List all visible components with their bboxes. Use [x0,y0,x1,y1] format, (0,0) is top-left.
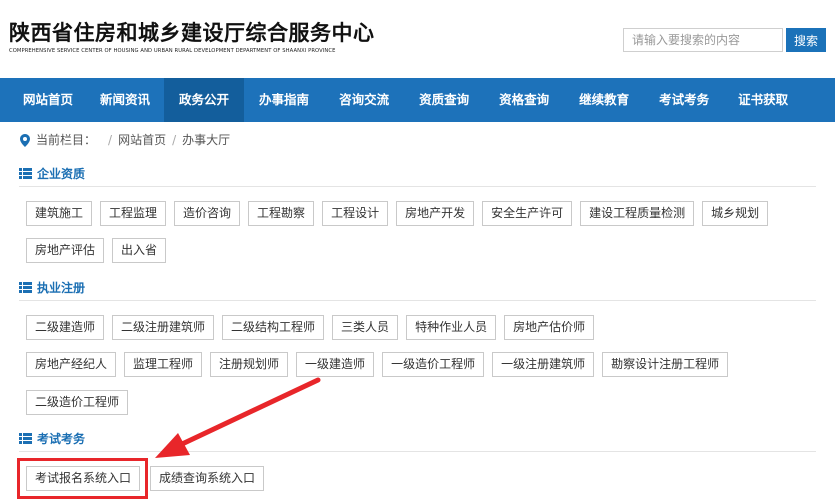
tag-cost-consulting[interactable]: 造价咨询 [174,201,241,226]
tag-special-operators[interactable]: 特种作业人员 [406,315,497,340]
tag-level1-architect[interactable]: 一级注册建筑师 [492,352,595,377]
tag-province-transfer[interactable]: 出入省 [112,238,167,263]
nav-item-exams[interactable]: 考试考务 [644,78,724,122]
breadcrumb-current[interactable]: 办事大厅 [182,130,230,150]
tag-row: 建筑施工 工程监理 造价咨询 工程勘察 工程设计 房地产开发 安全生产许可 建设… [26,201,776,226]
site-title[interactable]: 陕西省住房和城乡建设厅综合服务中心 [9,20,375,46]
nav-item-continuing-education[interactable]: 继续教育 [564,78,644,122]
tag-design[interactable]: 工程设计 [322,201,389,226]
tag-score-query-entry[interactable]: 成绩查询系统入口 [150,466,265,491]
tag-row: 房地产评估 出入省 [26,238,174,263]
list-icon [19,281,32,293]
section-title-practice-registration: 执业注册 [19,277,85,297]
tag-real-estate-agent[interactable]: 房地产经纪人 [26,352,117,377]
section-title-exams: 考试考务 [19,428,85,448]
nav-item-home[interactable]: 网站首页 [0,78,86,122]
list-icon [19,167,32,179]
tag-row: 房地产经纪人 监理工程师 注册规划师 一级建造师 一级造价工程师 一级注册建筑师… [26,352,736,377]
nav-item-consult[interactable]: 咨询交流 [324,78,404,122]
search-input[interactable] [623,28,783,52]
nav-item-certification-query[interactable]: 资格查询 [484,78,564,122]
site-subtitle: COMPREHENSIVE SERVICE CENTER OF HOUSING … [9,48,336,54]
arrow-head-icon [155,433,190,458]
tag-construction[interactable]: 建筑施工 [26,201,93,226]
arrow-shaft [177,377,321,448]
tag-supervision[interactable]: 工程监理 [100,201,167,226]
tag-safety-license[interactable]: 安全生产许可 [482,201,573,226]
tag-quality-testing[interactable]: 建设工程质量检测 [580,201,695,226]
tag-level1-cost-engineer[interactable]: 一级造价工程师 [382,352,485,377]
tag-level2-architect[interactable]: 二级注册建筑师 [112,315,215,340]
tag-urban-planning[interactable]: 城乡规划 [702,201,769,226]
list-icon [19,432,32,444]
section-divider [19,300,816,301]
tag-row: 二级造价工程师 [26,390,136,415]
tag-row: 二级建造师 二级注册建筑师 二级结构工程师 三类人员 特种作业人员 房地产估价师 [26,315,602,340]
section-title-enterprise-qualification: 企业资质 [19,163,85,183]
section-title-text: 执业注册 [37,280,86,295]
tag-level2-structural-engineer[interactable]: 二级结构工程师 [222,315,325,340]
breadcrumb-separator: / [172,133,177,147]
section-title-text: 考试考务 [37,431,86,446]
nav-item-guide[interactable]: 办事指南 [244,78,324,122]
nav-item-news[interactable]: 新闻资讯 [86,78,164,122]
tag-real-estate-appraisal[interactable]: 房地产评估 [26,238,105,263]
tag-level2-cost-engineer[interactable]: 二级造价工程师 [26,390,129,415]
tag-real-estate-development[interactable]: 房地产开发 [396,201,475,226]
tag-survey[interactable]: 工程勘察 [248,201,315,226]
section-divider [19,451,816,452]
location-pin-icon [20,133,30,147]
section-divider [19,186,816,187]
breadcrumb-label: 当前栏目： [36,133,97,147]
tag-row: 考试报名系统入口 成绩查询系统入口 [26,466,272,491]
nav-item-certificate[interactable]: 证书获取 [724,78,802,122]
nav-item-government-affairs[interactable]: 政务公开 [164,78,245,122]
tag-three-types-personnel[interactable]: 三类人员 [332,315,399,340]
section-title-text: 企业资质 [37,166,86,181]
breadcrumb-separator: / [108,133,113,147]
main-nav: 网站首页 新闻资讯 政务公开 办事指南 咨询交流 资质查询 资格查询 继续教育 … [0,78,835,122]
tag-exam-registration-entry[interactable]: 考试报名系统入口 [26,466,141,491]
tag-level2-constructor[interactable]: 二级建造师 [26,315,105,340]
breadcrumb-home[interactable]: 网站首页 [118,130,166,150]
tag-level1-constructor[interactable]: 一级建造师 [296,352,375,377]
tag-real-estate-appraiser[interactable]: 房地产估价师 [504,315,595,340]
nav-item-qualification-query[interactable]: 资质查询 [404,78,484,122]
tag-survey-design-engineer[interactable]: 勘察设计注册工程师 [602,352,729,377]
tag-supervision-engineer[interactable]: 监理工程师 [124,352,203,377]
search-button[interactable]: 搜索 [786,28,826,52]
breadcrumb: 当前栏目： / 网站首页 / 办事大厅 [20,130,230,150]
tag-registered-planner[interactable]: 注册规划师 [210,352,289,377]
site-header: 陕西省住房和城乡建设厅综合服务中心 COMPREHENSIVE SERVICE … [0,0,835,78]
